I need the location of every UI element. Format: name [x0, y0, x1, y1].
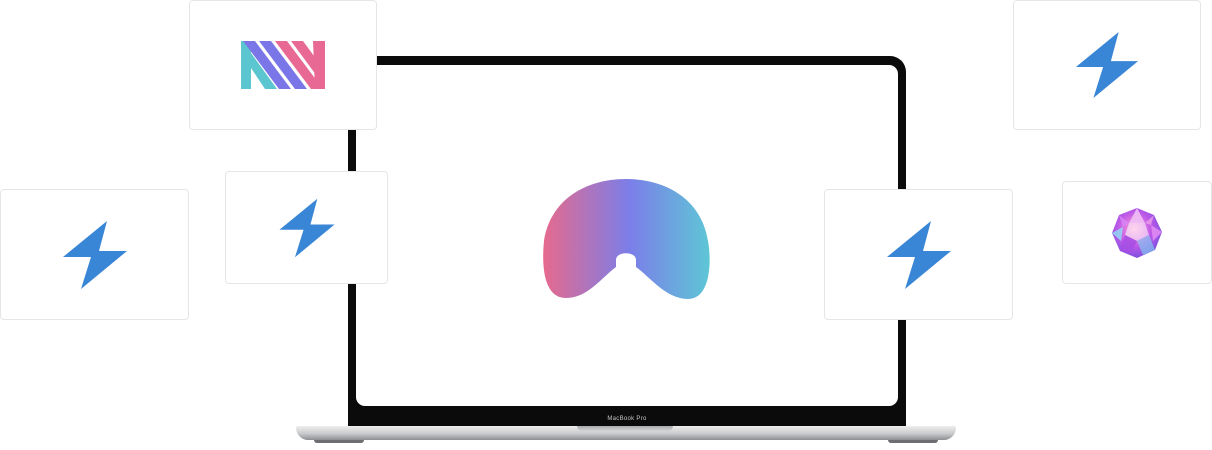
laptop-lid: MacBook Pro [348, 56, 906, 430]
nn-stripes-logo-icon [241, 41, 325, 89]
lightning-bolt-icon [278, 198, 335, 257]
bolt-card-center-left [225, 171, 388, 284]
arch-logo-icon [543, 179, 710, 299]
device-model-label: MacBook Pro [607, 416, 647, 422]
bolt-card-center-right [824, 189, 1013, 320]
nn-logo-card [189, 0, 377, 130]
lightning-bolt-icon [62, 220, 127, 289]
laptop-screen [356, 65, 898, 406]
laptop-notch [577, 426, 673, 431]
gem-card [1062, 181, 1212, 284]
bolt-card-left [0, 189, 189, 320]
crystal-gem-icon [1112, 207, 1162, 258]
laptop-foot-right [888, 440, 938, 443]
bolt-card-top-right [1013, 0, 1201, 130]
laptop-foot-left [314, 440, 364, 443]
lightning-bolt-icon [1075, 31, 1139, 99]
lightning-bolt-icon [886, 220, 951, 289]
